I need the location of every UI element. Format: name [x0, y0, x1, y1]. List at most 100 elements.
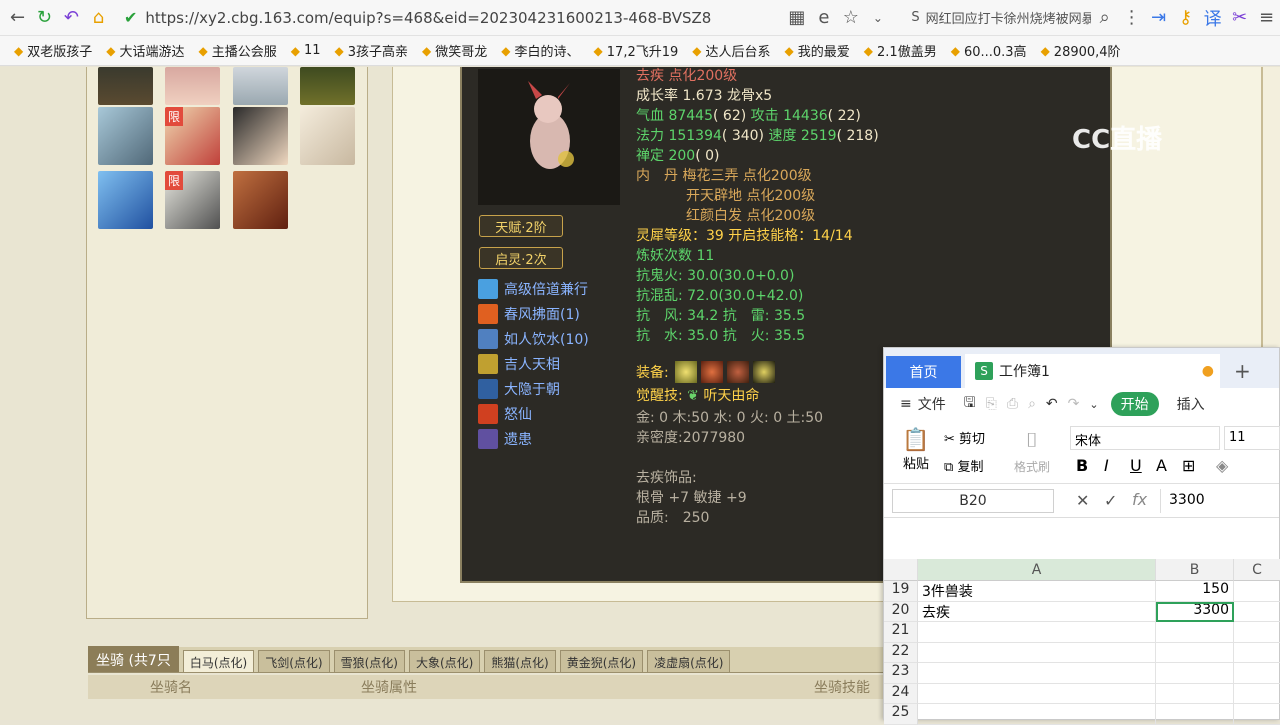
menu-insert[interactable]: 插入: [1177, 394, 1205, 414]
row-number[interactable]: 22: [884, 642, 918, 663]
bookmark-item[interactable]: ◆ 3孩子高亲: [335, 41, 409, 61]
skill-item[interactable]: 春风拂面(1): [478, 304, 580, 324]
font-select[interactable]: 宋体: [1070, 426, 1220, 450]
avatar[interactable]: [300, 107, 355, 165]
paste-button[interactable]: 📋 粘贴: [896, 428, 936, 472]
confirm-icon[interactable]: ✓: [1104, 491, 1117, 510]
save-icon[interactable]: 🖫: [964, 392, 976, 416]
back-icon[interactable]: ←: [4, 3, 31, 33]
cell-a[interactable]: 去疾: [918, 601, 1156, 622]
cell-c[interactable]: [1234, 581, 1280, 602]
name-box[interactable]: B20: [892, 489, 1054, 513]
fill-icon[interactable]: ◈: [1216, 456, 1228, 475]
bookmark-item[interactable]: ◆ 28900,4阶: [1041, 41, 1121, 61]
hamburger-icon[interactable]: ≡: [900, 396, 912, 412]
cell-c[interactable]: [1234, 704, 1280, 725]
skill-item[interactable]: 遗患: [478, 429, 532, 449]
redo-icon[interactable]: ↷: [1068, 396, 1080, 412]
bookmark-item[interactable]: ◆ 2.1傲盖男: [864, 41, 937, 61]
new-tab-button[interactable]: +: [1234, 354, 1251, 388]
equip-icon[interactable]: [700, 361, 723, 383]
avatar[interactable]: 限: [165, 107, 220, 165]
equip-icon[interactable]: [674, 361, 697, 383]
translate-icon[interactable]: 译: [1199, 3, 1226, 33]
row-number[interactable]: 23: [884, 663, 918, 684]
row-number[interactable]: 21: [884, 622, 918, 643]
more-icon[interactable]: ⋮: [1118, 3, 1145, 33]
tab-mount[interactable]: 大象(点化): [408, 650, 481, 672]
menu-file[interactable]: 文件: [918, 394, 946, 414]
cell-b[interactable]: [1156, 683, 1234, 704]
cut-button[interactable]: ✂ 剪切: [944, 428, 985, 447]
col-header-b[interactable]: B: [1156, 559, 1234, 581]
font-size-select[interactable]: 11: [1224, 426, 1280, 450]
tab-home[interactable]: 首页: [886, 356, 961, 388]
underline-button[interactable]: U: [1130, 456, 1142, 475]
cell-b[interactable]: [1156, 663, 1234, 684]
cell-c[interactable]: [1234, 663, 1280, 684]
reload-icon[interactable]: ↻: [31, 3, 58, 33]
equip-icon[interactable]: [726, 361, 749, 383]
avatar[interactable]: [233, 67, 288, 105]
cell-b[interactable]: 150: [1156, 581, 1234, 602]
row-number[interactable]: 24: [884, 683, 918, 704]
cell-a[interactable]: [918, 704, 1156, 725]
cell-c[interactable]: [1234, 622, 1280, 643]
cell-a[interactable]: [918, 683, 1156, 704]
cell-c[interactable]: [1234, 602, 1280, 622]
home-icon[interactable]: ⌂: [85, 3, 112, 33]
avatar[interactable]: [98, 107, 153, 165]
undo-icon[interactable]: ↶: [58, 3, 85, 33]
format-painter-button[interactable]: ⌷ 格式刷: [1012, 428, 1052, 475]
tab-mount[interactable]: 熊猫(点化): [484, 650, 556, 672]
avatar[interactable]: [300, 67, 355, 105]
avatar[interactable]: [98, 171, 153, 229]
export-icon[interactable]: ⎘: [986, 396, 997, 412]
strike-icon[interactable]: A: [1156, 456, 1167, 475]
bookmark-item[interactable]: ◆ 达人后台系: [692, 41, 770, 61]
key-icon[interactable]: ⚷: [1172, 3, 1199, 33]
tab-mount[interactable]: 雪狼(点化): [333, 650, 405, 672]
news-ticker[interactable]: S 网红回应打卡徐州烧烤被网暴: [911, 8, 1091, 27]
cell-a[interactable]: [918, 663, 1156, 684]
corner-cell[interactable]: [884, 559, 918, 581]
cell-b[interactable]: 3300: [1156, 601, 1234, 622]
skill-item[interactable]: 吉人天相: [478, 354, 560, 374]
cell-c[interactable]: [1234, 684, 1280, 704]
avatar[interactable]: [165, 67, 220, 105]
row-number[interactable]: 25: [884, 704, 918, 725]
avatar[interactable]: [233, 171, 288, 229]
cancel-icon[interactable]: ✕: [1076, 491, 1089, 510]
cell-b[interactable]: [1156, 704, 1234, 725]
bookmark-item[interactable]: ◆ 微笑哥龙: [422, 41, 487, 61]
equip-icon[interactable]: [752, 361, 775, 383]
print-icon[interactable]: ⎙: [1007, 396, 1018, 412]
search-icon[interactable]: ⌕: [1091, 3, 1118, 33]
tab-mount[interactable]: 白马(点化): [182, 650, 255, 672]
cell-c[interactable]: [1234, 643, 1280, 663]
bookmark-item[interactable]: ◆ 大话端游达: [106, 41, 184, 61]
function-icon[interactable]: fx: [1132, 490, 1147, 509]
cell-b[interactable]: [1156, 622, 1234, 643]
edge-icon[interactable]: e: [810, 3, 837, 33]
menu-icon[interactable]: ≡: [1253, 3, 1280, 33]
copy-button[interactable]: ⧉ 复制: [944, 456, 983, 475]
tab-mount[interactable]: 黄金猊(点化): [559, 650, 644, 672]
login-icon[interactable]: ⇥: [1145, 3, 1172, 33]
tab-mount[interactable]: 凌虚扇(点化): [647, 650, 731, 672]
undo-icon[interactable]: ↶: [1046, 396, 1058, 412]
scissors-icon[interactable]: ✂: [1226, 3, 1253, 33]
star-icon[interactable]: ☆: [837, 3, 864, 33]
skill-item[interactable]: 怒仙: [478, 404, 532, 424]
bookmark-item[interactable]: ◆ 我的最爱: [785, 41, 850, 61]
col-header-c[interactable]: C: [1234, 559, 1280, 581]
preview-icon[interactable]: ⌕: [1028, 396, 1036, 412]
tab-workbook[interactable]: S 工作簿1 ●: [965, 354, 1220, 388]
skill-item[interactable]: 高级倍道兼行: [478, 279, 588, 299]
bookmark-item[interactable]: ◆ 11: [291, 43, 321, 58]
avatar[interactable]: [233, 107, 288, 165]
bookmark-item[interactable]: ◆ 双老版孩子: [14, 41, 92, 61]
bookmark-item[interactable]: ◆ 17,2飞升19: [594, 41, 679, 61]
italic-button[interactable]: I: [1104, 456, 1109, 475]
bold-button[interactable]: B: [1076, 456, 1088, 475]
